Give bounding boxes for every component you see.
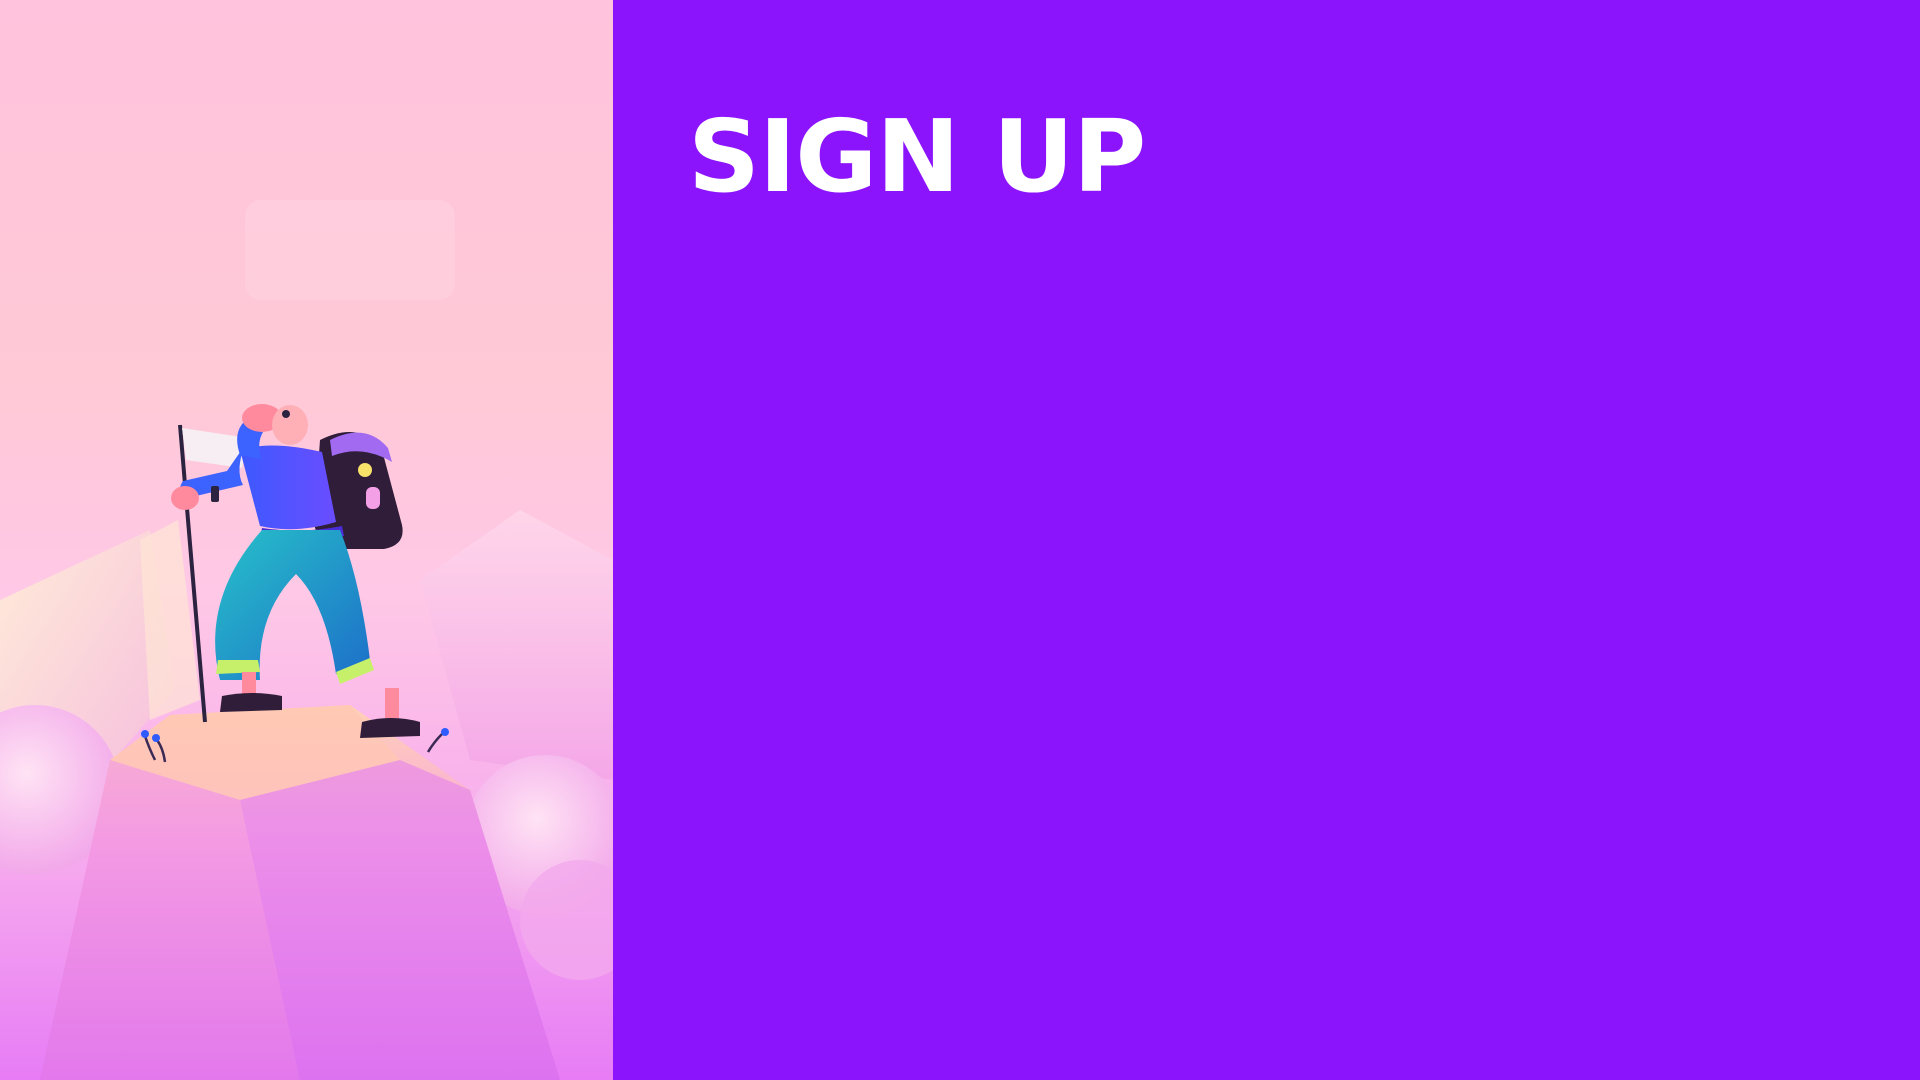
signup-panel: SIGN UP [613, 0, 1920, 1080]
jacket [240, 445, 336, 530]
pants [215, 530, 370, 680]
mountain-climber-illustration [0, 200, 613, 1080]
right-rock [420, 510, 613, 780]
left-shoe [220, 693, 282, 712]
background-sign-shape [245, 200, 455, 300]
head [272, 405, 308, 445]
right-shoe [360, 718, 420, 738]
signup-page: SIGN UP [0, 0, 1920, 1080]
page-title: SIGN UP [688, 98, 1146, 215]
hero-illustration [0, 0, 613, 1080]
